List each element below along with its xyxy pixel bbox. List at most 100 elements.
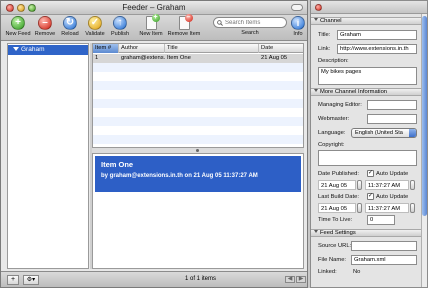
preview-header: Item One by graham@extensions.in.th on 2…	[95, 156, 301, 192]
add-feed-button[interactable]: +	[7, 275, 19, 285]
channel-link-field[interactable]: http://www.extensions.in.th	[337, 44, 417, 54]
info-label: Info	[293, 31, 303, 37]
plus-icon: +	[11, 16, 25, 30]
last-build-date-label: Last Build Date:	[318, 194, 359, 200]
publish-label: Publish	[110, 31, 130, 37]
reload-label: Reload	[61, 31, 79, 37]
publish-button[interactable]: ↑ Publish	[109, 16, 131, 37]
new-item-icon: +	[145, 14, 160, 30]
inspector-scrollbar[interactable]	[421, 14, 427, 287]
preview-meta: by graham@extensions.in.th on 21 Aug 05 …	[101, 173, 258, 179]
sidebar-item-graham[interactable]: Graham	[8, 45, 88, 55]
validate-label: Validate	[85, 31, 105, 37]
next-item-arrow-icon[interactable]: ▶	[296, 276, 306, 283]
bottom-bar: + ⚙▾ 1 of 1 items ◀ ▶	[1, 271, 307, 287]
feed-sidebar: Graham	[7, 43, 89, 269]
column-header-date[interactable]: Date	[259, 44, 303, 53]
copyright-label: Copyright:	[318, 142, 345, 148]
last-build-time-field[interactable]: 11:37:27 AM	[365, 203, 409, 213]
date-published-date-field[interactable]: 21 Aug 05	[318, 180, 356, 190]
remove-item-button[interactable]: – Remove Item	[167, 14, 201, 37]
publish-icon: ↑	[113, 16, 127, 30]
time-to-live-label: Time To Live:	[318, 217, 353, 223]
date-stepper[interactable]	[357, 180, 362, 190]
remove-feed-button[interactable]: – Remove	[33, 16, 57, 37]
empty-row	[93, 108, 303, 117]
column-header-item-number[interactable]: Item # ▲	[93, 44, 119, 60]
close-inspector-button[interactable]	[315, 4, 322, 11]
empty-row	[93, 90, 303, 99]
date-published-label: Date Published:	[318, 171, 359, 177]
main-window: Feeder – Graham + New Feed – Remove ↻ Re…	[0, 0, 308, 288]
validate-button[interactable]: ✓ Validate	[83, 16, 107, 37]
time-to-live-field[interactable]: 0	[367, 215, 395, 225]
channel-section-header[interactable]: Channel	[311, 17, 421, 25]
toolbar: + New Feed – Remove ↻ Reload ✓ Validate …	[1, 14, 307, 41]
preview-title: Item One	[101, 160, 134, 169]
date-published-time-field[interactable]: 11:37:27 AM	[365, 180, 409, 190]
search-area: Search	[213, 17, 287, 36]
search-label: Search	[241, 30, 259, 36]
remove-item-icon: –	[178, 14, 193, 30]
empty-row	[93, 117, 303, 126]
cell-item-number: 1	[95, 55, 99, 61]
empty-row	[93, 63, 303, 72]
disclosure-triangle-icon	[314, 230, 318, 233]
sidebar-item-label: Graham	[21, 46, 45, 53]
more-info-section-header[interactable]: More Channel Information	[311, 88, 421, 96]
file-name-label: File Name:	[318, 257, 347, 263]
disclosure-triangle-icon	[314, 18, 318, 21]
channel-title-field[interactable]: Graham	[337, 30, 417, 40]
remove-label: Remove	[34, 31, 56, 37]
disclosure-triangle-icon[interactable]	[13, 47, 19, 51]
time-stepper[interactable]	[410, 180, 415, 190]
previous-item-arrow-icon[interactable]: ◀	[285, 276, 295, 283]
copyright-field[interactable]	[318, 150, 417, 166]
managing-editor-label: Managing Editor:	[318, 102, 362, 108]
source-url-field[interactable]	[351, 241, 417, 251]
webmaster-field[interactable]	[367, 114, 417, 124]
auto-update-label: Auto Update	[376, 171, 409, 177]
item-count: 1 of 1 items	[185, 276, 217, 282]
date-published-auto-update-checkbox[interactable]: ✓	[367, 170, 374, 177]
new-item-button[interactable]: + New Item	[139, 14, 163, 37]
empty-row	[93, 72, 303, 81]
empty-row	[93, 126, 303, 135]
file-name-field[interactable]: Graham.xml	[351, 255, 417, 265]
table-row[interactable]: 1 graham@extens... Item One 21 Aug 05	[93, 54, 303, 63]
disclosure-triangle-icon	[314, 89, 318, 92]
auto-update-label: Auto Update	[376, 194, 409, 200]
column-header-author[interactable]: Author	[119, 44, 165, 53]
column-header-title[interactable]: Title	[165, 44, 259, 53]
title-label: Title:	[318, 32, 331, 38]
feed-settings-section-header[interactable]: Feed Settings	[311, 229, 421, 237]
reload-button[interactable]: ↻ Reload	[59, 16, 81, 37]
checkmark-icon: ✓	[88, 16, 102, 30]
cell-title: Item One	[167, 55, 191, 61]
search-field[interactable]	[213, 17, 287, 28]
last-build-date-field[interactable]: 21 Aug 05	[318, 203, 356, 213]
linked-value: No	[353, 269, 361, 275]
managing-editor-field[interactable]	[367, 100, 417, 110]
scrollbar-thumb[interactable]	[422, 16, 427, 216]
last-build-auto-update-checkbox[interactable]: ✓	[367, 193, 374, 200]
empty-row	[93, 99, 303, 108]
info-button[interactable]: i Info	[291, 16, 305, 37]
webmaster-label: Webmaster:	[318, 116, 350, 122]
new-feed-label: New Feed	[5, 31, 31, 37]
info-icon: i	[291, 16, 305, 30]
action-menu-button[interactable]: ⚙▾	[23, 275, 39, 285]
title-bar: Feeder – Graham	[1, 1, 307, 15]
search-input[interactable]	[225, 18, 283, 27]
channel-description-field[interactable]: My bikes pages	[318, 67, 417, 85]
empty-row	[93, 135, 303, 144]
new-feed-button[interactable]: + New Feed	[5, 16, 31, 37]
time-stepper[interactable]	[410, 203, 415, 213]
splitter-grip-icon	[196, 149, 199, 152]
date-stepper[interactable]	[357, 203, 362, 213]
toolbar-toggle-button[interactable]	[291, 4, 303, 11]
language-label: Language:	[318, 130, 346, 136]
table-header: Item # ▲ Author Title Date	[93, 44, 303, 60]
language-popup[interactable]: English (United Sta	[351, 128, 417, 138]
description-label: Description:	[318, 58, 349, 64]
